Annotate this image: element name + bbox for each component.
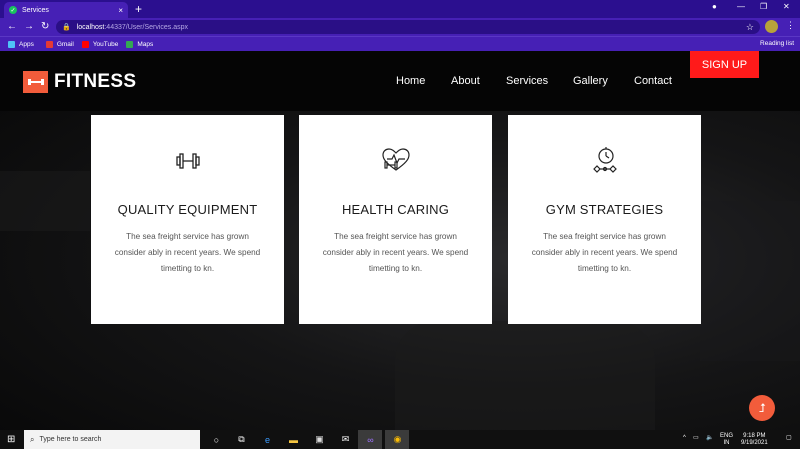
region-code: IN (723, 440, 730, 446)
network-icon[interactable]: ▭ (693, 435, 699, 442)
bookmark-maps[interactable]: Maps (126, 40, 154, 48)
bookmark-label: Apps (19, 40, 34, 48)
dumbbell-icon (175, 151, 201, 176)
clock-date: 9/19/2021 (741, 440, 768, 446)
service-card: QUALITY EQUIPMENT The sea freight servic… (91, 115, 284, 324)
new-tab-button[interactable]: + (135, 2, 142, 16)
stopwatch-dumbbell-icon (590, 145, 620, 180)
bookmark-apps[interactable]: Apps (8, 40, 34, 48)
brand-name: FITNESS (54, 71, 137, 92)
lock-icon: 🔒 (62, 24, 71, 31)
profile-indicator-icon[interactable]: ● (712, 2, 717, 11)
arrow-up-icon: ⮥ (758, 400, 766, 415)
nav-services[interactable]: Services (506, 75, 548, 87)
profile-avatar[interactable] (765, 20, 778, 33)
page-background: FITNESS Home About Services Gallery Cont… (0, 51, 800, 430)
store-icon[interactable]: ▣ (314, 434, 325, 445)
logo-dumbbell-icon (23, 71, 48, 93)
window-close-icon[interactable]: ✕ (783, 2, 790, 11)
search-placeholder: Type here to search (39, 436, 102, 443)
browser-tab[interactable]: ✓ Services × (4, 2, 128, 18)
language-indicator[interactable]: ENG IN (720, 433, 733, 447)
background-decoration (395, 321, 655, 430)
card-description: The sea freight service has grown consid… (531, 232, 678, 273)
nav-about[interactable]: About (451, 75, 480, 87)
forward-arrow-icon[interactable]: → (24, 21, 34, 33)
browser-tab-strip: ✓ Services × + ● — ❐ ✕ (0, 0, 800, 18)
back-arrow-icon[interactable]: ← (7, 21, 17, 33)
cortana-icon[interactable]: ○ (211, 434, 222, 445)
bookmark-label: Gmail (56, 40, 74, 48)
card-title: HEALTH CARING (341, 202, 450, 217)
visual-studio-icon[interactable]: ∞ (365, 434, 376, 445)
clock-time: 9:18 PM (743, 433, 766, 439)
youtube-icon (81, 40, 89, 48)
maximize-icon[interactable]: ❐ (760, 2, 767, 11)
card-description: The sea freight service has grown consid… (322, 232, 469, 273)
browser-menu-icon[interactable]: ⋮ (786, 20, 795, 31)
card-description: The sea freight service has grown consid… (114, 232, 261, 273)
file-explorer-icon[interactable]: ▬ (288, 434, 299, 445)
card-title: QUALITY EQUIPMENT (117, 202, 258, 217)
clock[interactable]: 9:18 PM 9/19/2021 (741, 433, 768, 447)
nav-contact[interactable]: Contact (634, 75, 672, 87)
signup-button[interactable]: SIGN UP (690, 51, 759, 78)
windows-start-icon[interactable]: ⊞ (7, 434, 15, 445)
notifications-icon[interactable]: ▢ (786, 435, 792, 442)
address-bar-row: ← → ↻ 🔒 localhost:44337/User/Services.as… (0, 18, 800, 36)
scroll-to-top-button[interactable]: ⮥ (749, 395, 775, 421)
bookmark-label: YouTube (92, 40, 119, 48)
maps-icon (126, 40, 134, 48)
url-path: :44337/User/Services.aspx (104, 23, 189, 31)
mail-icon[interactable]: ✉ (340, 434, 351, 445)
background-decoration (0, 171, 90, 231)
service-card: GYM STRATEGIES The sea freight service h… (508, 115, 701, 324)
windows-taskbar: ⊞ ⌕ Type here to search ○ ⧉ e ▬ ▣ ✉ ∞ ◉ … (0, 430, 800, 449)
tab-title: Services (22, 6, 49, 14)
site-header: FITNESS Home About Services Gallery Cont… (0, 51, 800, 111)
tray-chevron-icon[interactable]: ^ (683, 435, 686, 442)
apps-grid-icon (8, 40, 15, 48)
tab-favicon-icon: ✓ (9, 6, 17, 14)
nav-home[interactable]: Home (396, 75, 425, 87)
edge-icon[interactable]: e (262, 434, 273, 445)
card-title: GYM STRATEGIES (545, 202, 664, 217)
search-icon: ⌕ (30, 434, 35, 444)
service-card: HEALTH CARING The sea freight service ha… (299, 115, 492, 324)
bookmarks-bar: Apps Gmail YouTube Maps Reading list (0, 36, 800, 51)
brand-logo[interactable]: FITNESS (23, 71, 136, 93)
bookmark-youtube[interactable]: YouTube (81, 40, 119, 48)
volume-icon[interactable]: 🔈 (706, 435, 713, 442)
chrome-icon[interactable]: ◉ (392, 434, 403, 445)
language-code: ENG (720, 433, 734, 439)
gmail-icon (45, 40, 53, 48)
minimize-icon[interactable]: — (737, 2, 745, 11)
background-decoration (700, 201, 800, 361)
taskbar-search-input[interactable]: ⌕ Type here to search (24, 430, 200, 449)
heart-dumbbell-icon (381, 147, 411, 178)
task-view-icon[interactable]: ⧉ (236, 434, 247, 445)
bookmark-label: Maps (137, 40, 154, 48)
tab-close-button[interactable]: × (118, 6, 123, 15)
url-input[interactable]: 🔒 localhost:44337/User/Services.aspx ☆ (56, 20, 760, 34)
bookmark-gmail[interactable]: Gmail (45, 40, 74, 48)
url-host: localhost (76, 23, 105, 31)
reading-list-button[interactable]: Reading list (760, 40, 794, 47)
nav-gallery[interactable]: Gallery (573, 75, 608, 87)
bookmark-star-icon[interactable]: ☆ (746, 22, 754, 33)
reload-icon[interactable]: ↻ (41, 21, 49, 33)
